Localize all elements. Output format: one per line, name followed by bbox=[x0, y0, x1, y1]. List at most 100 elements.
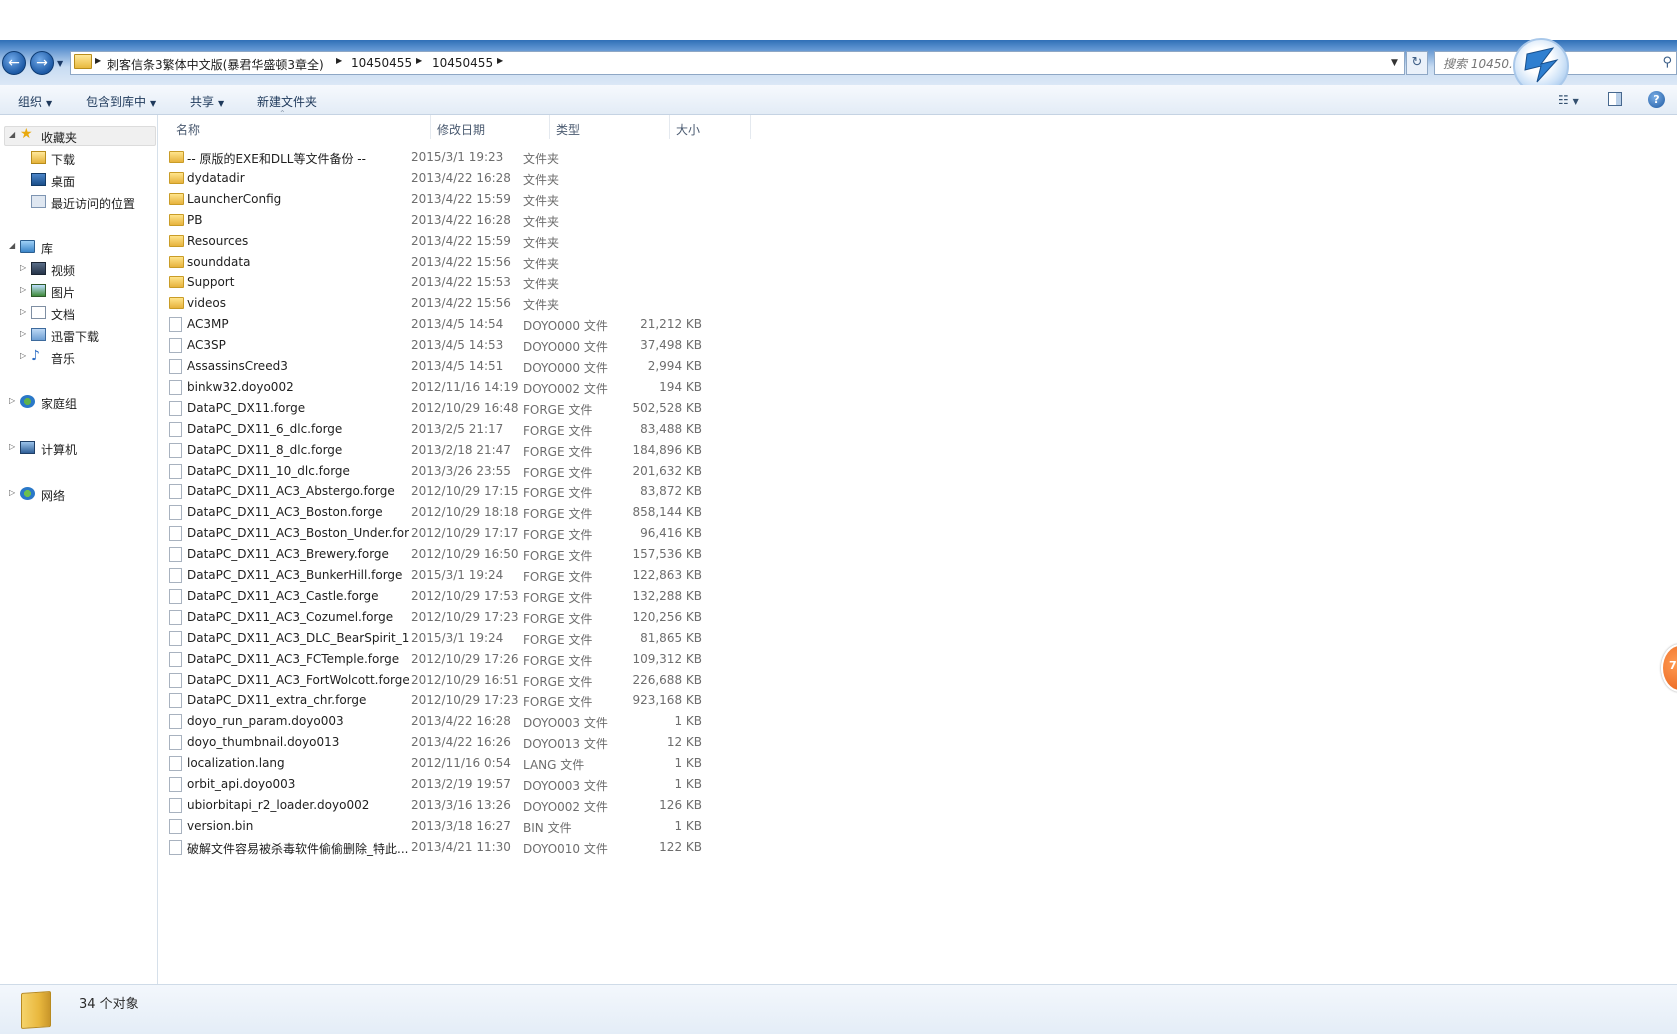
table-row[interactable]: Resources 2013/4/22 15:59 文件夹 bbox=[158, 231, 718, 251]
nav-homegroup[interactable]: ▷ 家庭组 bbox=[0, 392, 158, 412]
nav-favorites[interactable]: ◢ ★ 收藏夹 bbox=[0, 126, 158, 146]
collapsed-triangle-icon[interactable]: ▷ bbox=[9, 488, 15, 497]
table-row[interactable]: DataPC_DX11_AC3_Brewery.forge 2012/10/29 … bbox=[158, 544, 718, 564]
table-row[interactable]: version.bin 2013/3/18 16:27 BIN 文件 1 KB bbox=[158, 816, 718, 836]
breadcrumb-separator-icon[interactable]: ▶ bbox=[416, 56, 422, 65]
modified-date: 2013/3/18 16:27 bbox=[411, 819, 511, 833]
expand-triangle-icon[interactable]: ◢ bbox=[9, 241, 15, 250]
file-type: 文件夹 bbox=[523, 152, 560, 166]
nav-item-music[interactable]: ▷ ♪ 音乐 bbox=[0, 347, 158, 367]
preview-pane-button[interactable] bbox=[1608, 92, 1622, 106]
breadcrumb-item[interactable]: 刺客信条3繁体中文版(暴君华盛顿3章全) bbox=[107, 56, 324, 73]
collapsed-triangle-icon[interactable]: ▷ bbox=[9, 396, 15, 405]
help-icon[interactable]: ? bbox=[1648, 91, 1665, 108]
table-row[interactable]: binkw32.doyo002 2012/11/16 14:19 DOYO002 文… bbox=[158, 377, 718, 397]
expand-triangle-icon[interactable]: ◢ bbox=[9, 130, 15, 139]
back-arrow-icon: ← bbox=[8, 55, 20, 71]
column-divider[interactable] bbox=[549, 115, 550, 139]
share-button[interactable]: 共享 ▼ bbox=[190, 93, 224, 110]
table-row[interactable]: orbit_api.doyo003 2013/2/19 19:57 DOYO003 … bbox=[158, 774, 718, 794]
table-row[interactable]: 破解文件容易被杀毒软件偷偷删除_特此... 2013/4/21 11:30 DOYO… bbox=[158, 837, 718, 857]
organize-button[interactable]: 组织 ▼ bbox=[18, 93, 52, 110]
breadcrumb-separator-icon[interactable]: ▶ bbox=[95, 56, 101, 65]
collapsed-triangle-icon[interactable]: ▷ bbox=[20, 329, 26, 338]
table-row[interactable]: PB 2013/4/22 16:28 文件夹 bbox=[158, 210, 718, 230]
column-header-name[interactable]: 名称 bbox=[176, 121, 200, 138]
column-header-size[interactable]: 大小 bbox=[676, 121, 700, 138]
modified-date: 2012/10/29 17:26 bbox=[411, 652, 519, 666]
table-row[interactable]: DataPC_DX11_10_dlc.forge 2013/3/26 23:55 F… bbox=[158, 461, 718, 481]
view-options-button[interactable]: ☷ ▼ bbox=[1558, 93, 1579, 107]
table-row[interactable]: doyo_run_param.doyo003 2013/4/22 16:28 DOY… bbox=[158, 711, 718, 731]
table-row[interactable]: DataPC_DX11_AC3_Cozumel.forge 2012/10/29 … bbox=[158, 607, 718, 627]
collapsed-triangle-icon[interactable]: ▷ bbox=[20, 351, 26, 360]
file-size: 226,688 KB bbox=[632, 673, 702, 687]
table-row[interactable]: DataPC_DX11_extra_chr.forge 2012/10/29 17… bbox=[158, 690, 718, 710]
breadcrumb-separator-icon[interactable]: ▶ bbox=[497, 56, 503, 65]
back-button[interactable]: ← bbox=[2, 51, 26, 75]
column-divider[interactable] bbox=[669, 115, 670, 139]
folder-icon bbox=[169, 235, 184, 247]
forward-button[interactable]: → bbox=[30, 51, 54, 75]
nav-libraries[interactable]: ◢ 库 bbox=[0, 237, 158, 257]
folder-thumbnail-icon bbox=[21, 990, 51, 1030]
column-header-date[interactable]: 修改日期 bbox=[437, 121, 485, 138]
table-row[interactable]: dydatadir 2013/4/22 16:28 文件夹 bbox=[158, 168, 718, 188]
table-row[interactable]: DataPC_DX11_AC3_Castle.forge 2012/10/29 1… bbox=[158, 586, 718, 606]
column-header-type[interactable]: 类型 bbox=[556, 121, 580, 138]
table-row[interactable]: LauncherConfig 2013/4/22 15:59 文件夹 bbox=[158, 189, 718, 209]
status-bar: 34 个对象 bbox=[0, 984, 1677, 1034]
table-row[interactable]: -- 原版的EXE和DLL等文件备份 -- 2015/3/1 19:23 文件夹 bbox=[158, 147, 718, 167]
table-row[interactable]: ubiorbitapi_r2_loader.doyo002 2013/3/16 1… bbox=[158, 795, 718, 815]
modified-date: 2013/4/21 11:30 bbox=[411, 840, 511, 854]
address-dropdown-icon[interactable]: ▼ bbox=[1391, 58, 1398, 68]
nav-homegroup-label: 家庭组 bbox=[41, 397, 78, 411]
nav-item-pictures[interactable]: ▷ 图片 bbox=[0, 281, 158, 301]
breadcrumb-item[interactable]: 10450455 bbox=[351, 56, 412, 70]
include-library-button[interactable]: 包含到库中 ▼ bbox=[86, 93, 156, 110]
nav-item-label: 图片 bbox=[51, 286, 76, 300]
search-icon[interactable]: ⚲ bbox=[1662, 55, 1672, 70]
nav-network[interactable]: ▷ 网络 bbox=[0, 484, 158, 504]
modified-date: 2015/3/1 19:24 bbox=[411, 568, 504, 582]
table-row[interactable]: DataPC_DX11_AC3_Abstergo.forge 2012/10/29… bbox=[158, 481, 718, 501]
file-size: 126 KB bbox=[659, 798, 702, 812]
new-folder-button[interactable]: 新建文件夹 bbox=[257, 93, 317, 110]
table-row[interactable]: DataPC_DX11_AC3_BunkerHill.forge 2015/3/1… bbox=[158, 565, 718, 585]
column-divider[interactable] bbox=[750, 115, 751, 139]
table-row[interactable]: DataPC_DX11_AC3_DLC_BearSpirit_10... 2015… bbox=[158, 628, 718, 648]
table-row[interactable]: doyo_thumbnail.doyo013 2013/4/22 16:26 DOY… bbox=[158, 732, 718, 752]
table-row[interactable]: localization.lang 2012/11/16 0:54 LANG 文件 1… bbox=[158, 753, 718, 773]
file-type: FORGE 文件 bbox=[523, 528, 593, 542]
refresh-button[interactable]: ↻ bbox=[1406, 51, 1428, 75]
collapsed-triangle-icon[interactable]: ▷ bbox=[20, 285, 26, 294]
table-row[interactable]: DataPC_DX11_AC3_Boston_Under.for... 2012/… bbox=[158, 523, 718, 543]
table-row[interactable]: videos 2013/4/22 15:56 文件夹 bbox=[158, 293, 718, 313]
nav-item-downloads[interactable]: 下载 bbox=[0, 148, 158, 168]
collapsed-triangle-icon[interactable]: ▷ bbox=[20, 263, 26, 272]
file-type: 文件夹 bbox=[523, 277, 560, 291]
table-row[interactable]: DataPC_DX11_AC3_FortWolcott.forge 2012/10… bbox=[158, 670, 718, 690]
nav-item-xunlei-downloads[interactable]: ▷ 迅雷下载 bbox=[0, 325, 158, 345]
collapsed-triangle-icon[interactable]: ▷ bbox=[9, 442, 15, 451]
breadcrumb-item[interactable]: 10450455 bbox=[432, 56, 493, 70]
table-row[interactable]: DataPC_DX11.forge 2012/10/29 16:48 FORGE 文… bbox=[158, 398, 718, 418]
table-row[interactable]: sounddata 2013/4/22 15:56 文件夹 bbox=[158, 252, 718, 272]
table-row[interactable]: DataPC_DX11_6_dlc.forge 2013/2/5 21:17 FOR… bbox=[158, 419, 718, 439]
table-row[interactable]: DataPC_DX11_AC3_Boston.forge 2012/10/29 1… bbox=[158, 502, 718, 522]
nav-item-desktop[interactable]: 桌面 bbox=[0, 170, 158, 190]
nav-item-videos[interactable]: ▷ 视频 bbox=[0, 259, 158, 279]
breadcrumb-separator-icon[interactable]: ▶ bbox=[336, 56, 342, 65]
recent-pages-chevron-icon[interactable]: ▼ bbox=[57, 59, 63, 68]
nav-item-recent-places[interactable]: 最近访问的位置 bbox=[0, 192, 158, 212]
nav-item-documents[interactable]: ▷ 文档 bbox=[0, 303, 158, 323]
table-row[interactable]: Support 2013/4/22 15:53 文件夹 bbox=[158, 272, 718, 292]
collapsed-triangle-icon[interactable]: ▷ bbox=[20, 307, 26, 316]
nav-computer[interactable]: ▷ 计算机 bbox=[0, 438, 158, 458]
table-row[interactable]: AC3SP 2013/4/5 14:53 DOYO000 文件 37,498 KB bbox=[158, 335, 718, 355]
table-row[interactable]: DataPC_DX11_8_dlc.forge 2013/2/18 21:47 FO… bbox=[158, 440, 718, 460]
column-divider[interactable] bbox=[430, 115, 431, 139]
table-row[interactable]: AC3MP 2013/4/5 14:54 DOYO000 文件 21,212 KB bbox=[158, 314, 718, 334]
table-row[interactable]: DataPC_DX11_AC3_FCTemple.forge 2012/10/29… bbox=[158, 649, 718, 669]
table-row[interactable]: AssassinsCreed3 2013/4/5 14:51 DOYO000 文件 2… bbox=[158, 356, 718, 376]
